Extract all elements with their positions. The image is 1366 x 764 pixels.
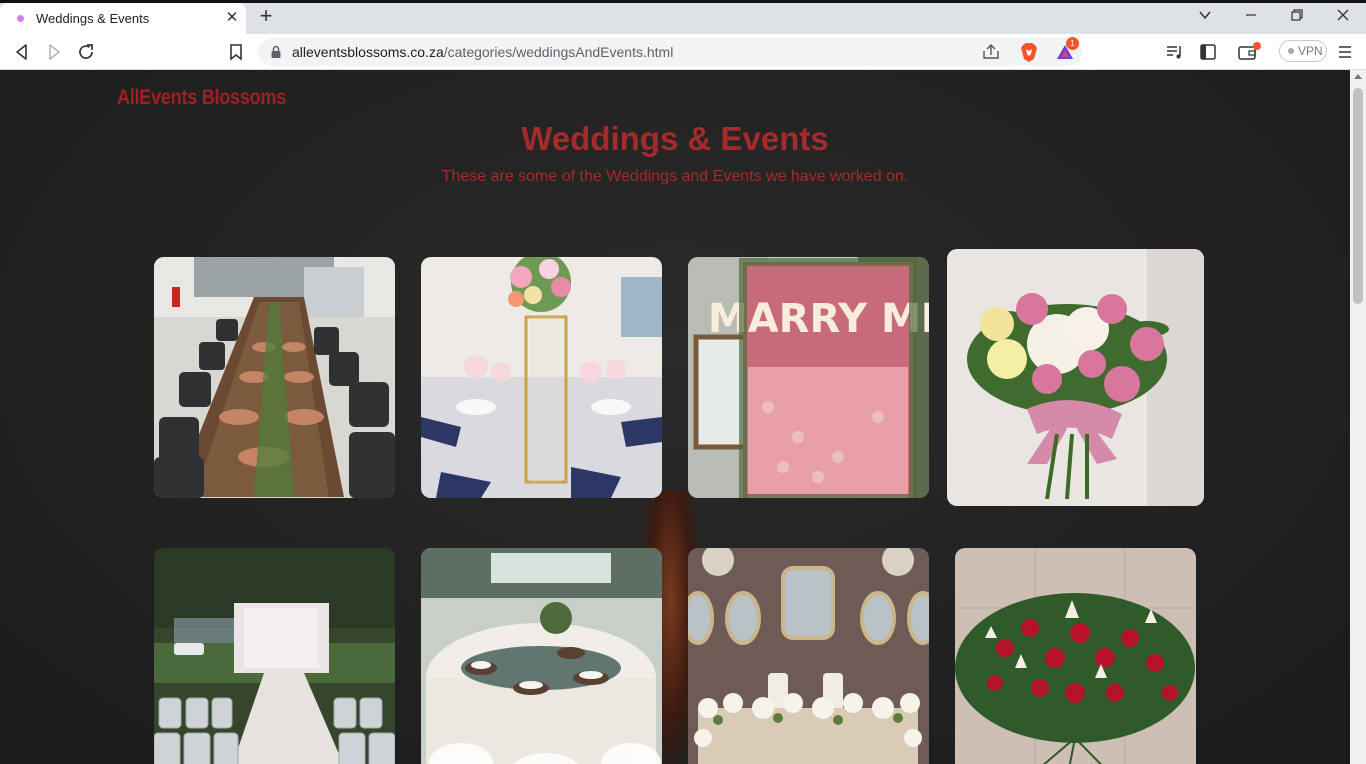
gallery-image-dinner-table[interactable] xyxy=(154,257,395,498)
sidebar-icon[interactable] xyxy=(1197,41,1219,63)
restore-icon[interactable] xyxy=(1282,5,1312,29)
brave-shield-icon[interactable] xyxy=(1018,41,1040,63)
scrollbar-thumb[interactable] xyxy=(1353,88,1363,304)
bookmark-icon[interactable] xyxy=(224,40,248,64)
address-bar[interactable]: alleventsblossoms.co.za/categories/weddi… xyxy=(258,37,1082,66)
vertical-scrollbar[interactable] xyxy=(1350,70,1366,764)
lock-icon xyxy=(270,45,282,64)
page-content: AllEvents Blossoms Weddings & Events The… xyxy=(0,70,1350,764)
url-path: /categories/weddingsAndEvents.html xyxy=(443,44,674,60)
back-arrow-icon[interactable] xyxy=(10,40,34,64)
url-host: alleventsblossoms.co.za xyxy=(292,44,444,60)
browser-toolbar: alleventsblossoms.co.za/categories/weddi… xyxy=(0,34,1366,70)
gallery-image-outdoor-ceremony[interactable] xyxy=(154,548,395,764)
minimize-icon[interactable] xyxy=(1236,5,1266,29)
gallery-image-reception-table[interactable] xyxy=(421,548,662,764)
menu-icon[interactable] xyxy=(1334,41,1356,63)
gallery-image-marry-me-wall[interactable]: MARRY ME xyxy=(688,257,929,498)
gallery-image-gold-centerpiece[interactable] xyxy=(421,257,662,498)
playlist-icon[interactable] xyxy=(1164,41,1186,63)
rewards-badge: 1 xyxy=(1066,37,1079,50)
tab-strip: Weddings & Events ✕ + xyxy=(0,0,1366,34)
tab-close-icon[interactable]: ✕ xyxy=(222,8,242,28)
browser-tab[interactable]: Weddings & Events ✕ xyxy=(0,3,246,34)
tab-search-icon[interactable] xyxy=(1190,5,1220,29)
new-tab-button[interactable]: + xyxy=(255,5,277,29)
gallery-image-bridal-bouquet[interactable] xyxy=(947,249,1204,506)
page-title: Weddings & Events xyxy=(521,120,829,157)
reload-icon[interactable] xyxy=(74,40,98,64)
page-subtitle: These are some of the Weddings and Event… xyxy=(441,168,909,185)
url-text[interactable]: alleventsblossoms.co.za/categories/weddi… xyxy=(292,44,673,60)
tab-title: Weddings & Events xyxy=(36,11,150,26)
share-icon[interactable] xyxy=(980,41,1002,63)
close-window-icon[interactable] xyxy=(1328,5,1358,29)
gallery-image-mirror-head-table[interactable] xyxy=(688,548,929,764)
scroll-up-arrow-icon[interactable] xyxy=(1354,74,1362,79)
vpn-button[interactable]: VPN xyxy=(1279,40,1327,62)
wallet-icon[interactable] xyxy=(1237,41,1261,63)
forward-arrow-icon[interactable] xyxy=(42,40,66,64)
site-logo[interactable]: AllEvents Blossoms xyxy=(117,86,286,110)
gallery-image-casket-spray[interactable] xyxy=(955,548,1196,764)
tab-favicon-icon xyxy=(17,15,24,22)
